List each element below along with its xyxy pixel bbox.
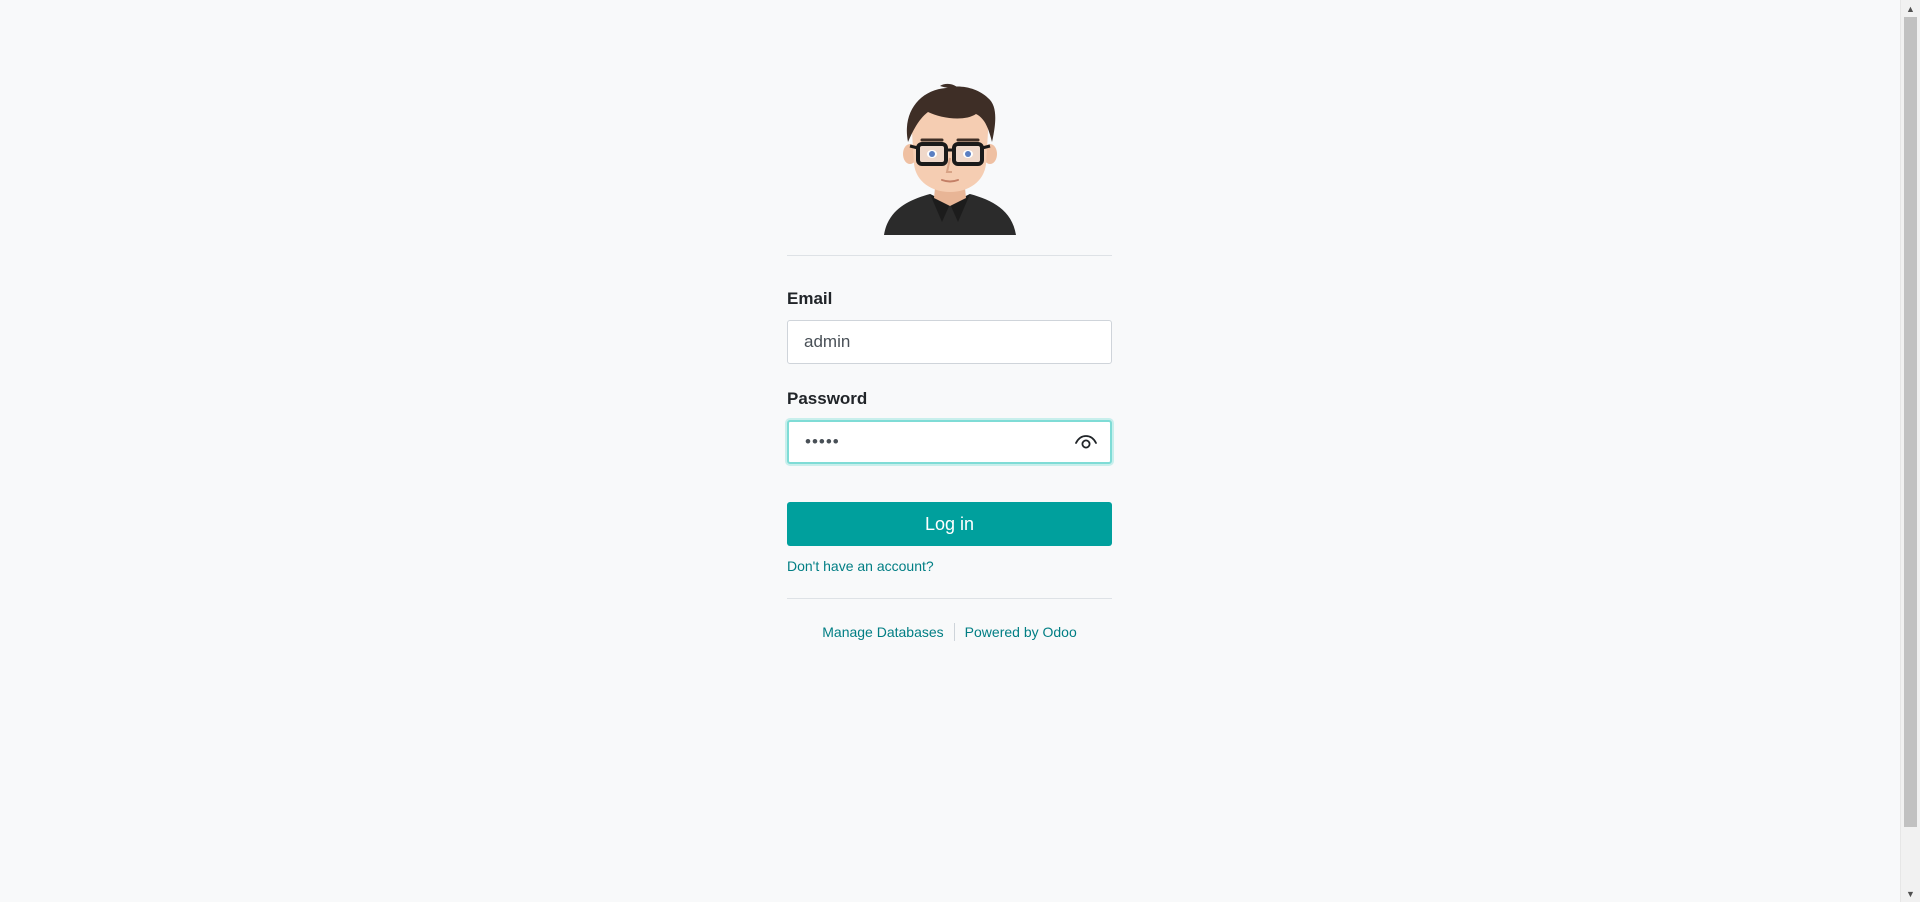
password-label: Password [787,389,868,408]
footer-links: Manage Databases Powered by Odoo [787,623,1112,641]
user-avatar [883,83,1016,235]
email-input[interactable] [787,320,1112,364]
login-page: Email Password Log in Don't have an acco… [0,0,1920,902]
signup-link[interactable]: Don't have an account? [787,558,934,574]
email-label: Email [787,289,833,308]
scrollbar-thumb[interactable] [1904,17,1917,827]
vertical-scrollbar[interactable]: ▲ ▼ [1900,0,1920,902]
chevron-up-icon[interactable]: ▲ [1901,0,1920,17]
manage-databases-link[interactable]: Manage Databases [812,624,953,640]
password-input[interactable] [787,420,1112,464]
login-card: Email Password Log in Don't have an acco… [787,82,1112,641]
top-divider [787,255,1112,256]
password-field [787,420,1112,464]
chevron-down-icon[interactable]: ▼ [1901,885,1920,902]
eye-icon[interactable] [1074,431,1098,453]
powered-by-odoo-link[interactable]: Powered by Odoo [955,624,1087,640]
footer-divider [787,598,1112,599]
login-button[interactable]: Log in [787,502,1112,546]
